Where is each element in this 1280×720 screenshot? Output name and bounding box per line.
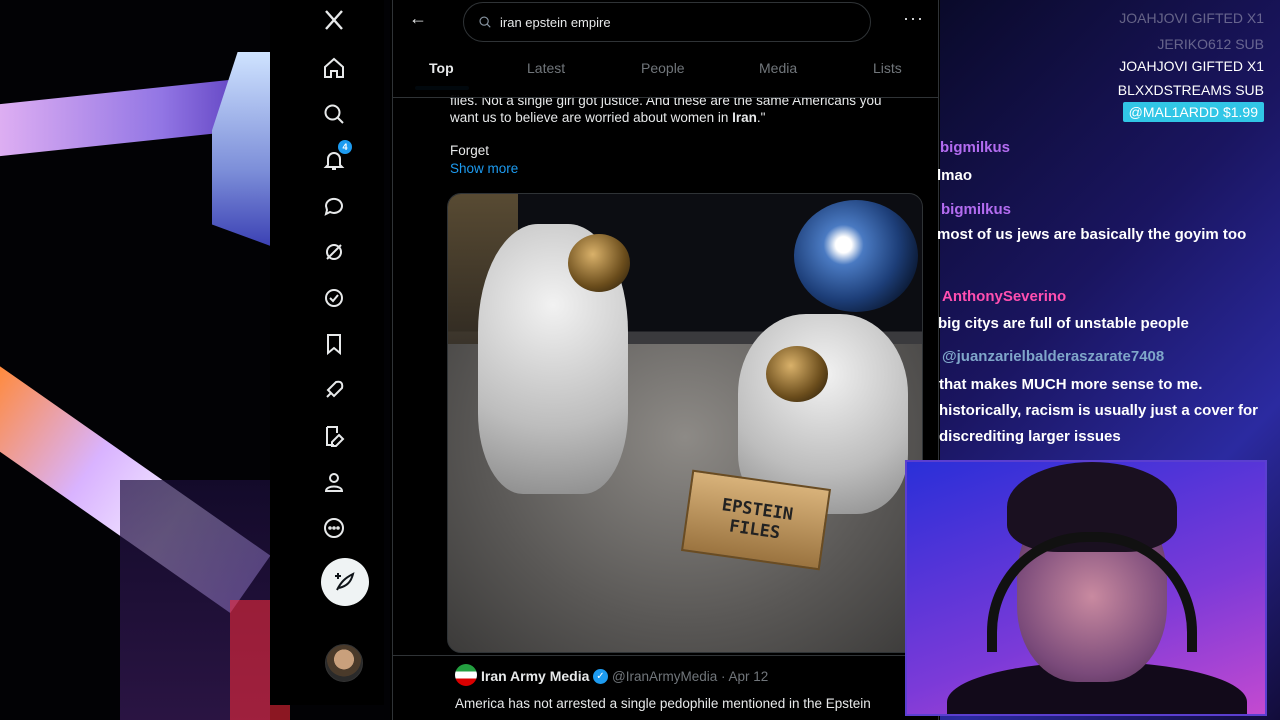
- bell-icon[interactable]: 4: [318, 140, 352, 176]
- helmet-shape: [766, 346, 828, 402]
- back-arrow-icon[interactable]: ←: [409, 8, 427, 29]
- profile-icon[interactable]: [318, 466, 350, 498]
- search-header: ← ··· Top Latest People Media Lists: [393, 0, 938, 98]
- more-icon[interactable]: [318, 512, 350, 544]
- show-more-link[interactable]: Show more: [450, 161, 518, 176]
- tweet-text-line: want us to believe are worried about wom…: [450, 109, 920, 126]
- search-icon: [479, 16, 491, 28]
- tab-media[interactable]: Media: [759, 60, 797, 76]
- sub-alert: BLXXDSTREAMS SUB: [1117, 82, 1264, 98]
- avatar[interactable]: [325, 644, 363, 682]
- sub-alert-highlight: @MAL1ARDD $1.99: [1122, 102, 1264, 122]
- sub-alert: JOAHJOVI GIFTED X1: [1119, 58, 1264, 74]
- webcam-feed: [905, 460, 1267, 716]
- iran-flag-avatar[interactable]: [455, 664, 477, 686]
- tweet-author-name[interactable]: Iran Army Media: [481, 668, 589, 684]
- tweet-text: want us to believe are worried about wom…: [450, 110, 733, 125]
- rocket-icon[interactable]: [318, 374, 350, 406]
- headphones-shape: [987, 532, 1197, 652]
- more-options-icon[interactable]: ···: [903, 8, 924, 29]
- tweet-text: .": [756, 110, 766, 125]
- chat-username: bigmilkus: [940, 139, 1011, 156]
- tweet-author-handle[interactable]: @IranArmyMedia · Apr 12: [612, 669, 768, 684]
- chat-message: lmao: [937, 167, 973, 184]
- home-icon[interactable]: [318, 52, 350, 84]
- tab-top[interactable]: Top: [429, 60, 454, 76]
- main-column: ← ··· Top Latest People Media Lists file…: [392, 0, 939, 720]
- grok-icon[interactable]: [318, 236, 350, 268]
- tweet-highlight: Iran: [732, 110, 757, 125]
- tweet-body: America has not arrested a single pedoph…: [455, 696, 871, 711]
- chat-username: @juanzarielbalderaszarate7408: [942, 348, 1165, 365]
- helmet-shape: [568, 234, 630, 292]
- feather-plus-icon: [335, 572, 355, 591]
- verified-badge-icon: ✓: [593, 669, 608, 684]
- chat-message: most of us jews are basically the goyim …: [937, 226, 1247, 243]
- tab-bar: Top Latest People Media Lists: [393, 52, 938, 98]
- side-nav: 4: [270, 0, 384, 705]
- tab-latest[interactable]: Latest: [527, 60, 565, 76]
- search-box[interactable]: [463, 2, 871, 42]
- edit-icon[interactable]: [318, 420, 350, 452]
- earth-shape: [794, 200, 918, 312]
- glitch-shape: [0, 79, 230, 157]
- post-button[interactable]: [321, 558, 369, 606]
- sub-alert: JERIKO612 SUB: [1157, 36, 1264, 52]
- bookmark-icon[interactable]: [318, 328, 350, 360]
- chat-username: AnthonySeverino: [942, 288, 1067, 305]
- tweet-card[interactable]: Iran Army Media ✓ @IranArmyMedia · Apr 1…: [393, 655, 938, 720]
- search-icon[interactable]: [318, 98, 350, 130]
- message-icon[interactable]: [318, 190, 350, 222]
- tweet-text-line: Forget: [450, 143, 490, 158]
- tweet-image[interactable]: EPSTEIN FILES: [447, 193, 923, 653]
- tab-lists[interactable]: Lists: [873, 60, 902, 76]
- notifications-badge: 4: [338, 140, 352, 154]
- search-input[interactable]: [500, 14, 840, 30]
- chat-message: that makes MUCH more sense to me. histor…: [939, 376, 1259, 445]
- sub-alert: JOAHJOVI GIFTED X1: [1119, 10, 1264, 26]
- chat-message: big citys are full of unstable people: [938, 315, 1189, 332]
- chat-username: bigmilkus: [941, 201, 1012, 218]
- tab-people[interactable]: People: [641, 60, 685, 76]
- x-logo-icon[interactable]: [318, 4, 350, 36]
- verified-icon[interactable]: [318, 282, 350, 314]
